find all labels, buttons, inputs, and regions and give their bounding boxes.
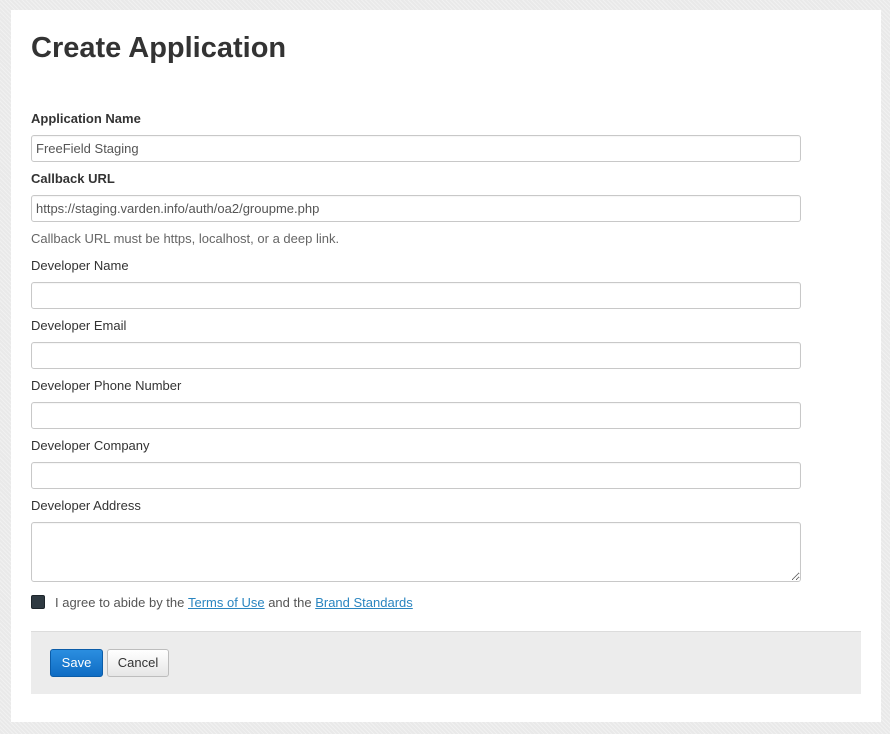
developer-company-label: Developer Company bbox=[31, 438, 150, 453]
terms-of-use-link[interactable]: Terms of Use bbox=[188, 595, 265, 610]
developer-phone-label: Developer Phone Number bbox=[31, 378, 182, 393]
create-application-panel: Create Application Application Name Call… bbox=[11, 10, 881, 722]
callback-url-input[interactable] bbox=[31, 195, 801, 222]
agree-terms-row: I agree to abide by the Terms of Use and… bbox=[31, 593, 413, 611]
save-button[interactable]: Save bbox=[50, 649, 103, 677]
developer-address-textarea[interactable] bbox=[31, 522, 801, 582]
brand-standards-link[interactable]: Brand Standards bbox=[315, 595, 413, 610]
developer-phone-input[interactable] bbox=[31, 402, 801, 429]
developer-address-label: Developer Address bbox=[31, 498, 141, 513]
developer-company-input[interactable] bbox=[31, 462, 801, 489]
agree-checkbox[interactable] bbox=[31, 595, 45, 609]
application-name-input[interactable] bbox=[31, 135, 801, 162]
agree-text-middle: and the bbox=[268, 594, 312, 610]
form-actions-bar: Save Cancel bbox=[31, 631, 861, 694]
developer-email-label: Developer Email bbox=[31, 318, 127, 333]
callback-url-label: Callback URL bbox=[31, 171, 115, 186]
page-title: Create Application bbox=[31, 32, 287, 64]
developer-name-label: Developer Name bbox=[31, 258, 129, 273]
application-name-label: Application Name bbox=[31, 111, 141, 126]
developer-name-input[interactable] bbox=[31, 282, 801, 309]
developer-email-input[interactable] bbox=[31, 342, 801, 369]
agree-text-before: I agree to abide by the bbox=[55, 594, 185, 610]
cancel-button[interactable]: Cancel bbox=[107, 649, 169, 677]
callback-url-help-text: Callback URL must be https, localhost, o… bbox=[31, 231, 340, 246]
